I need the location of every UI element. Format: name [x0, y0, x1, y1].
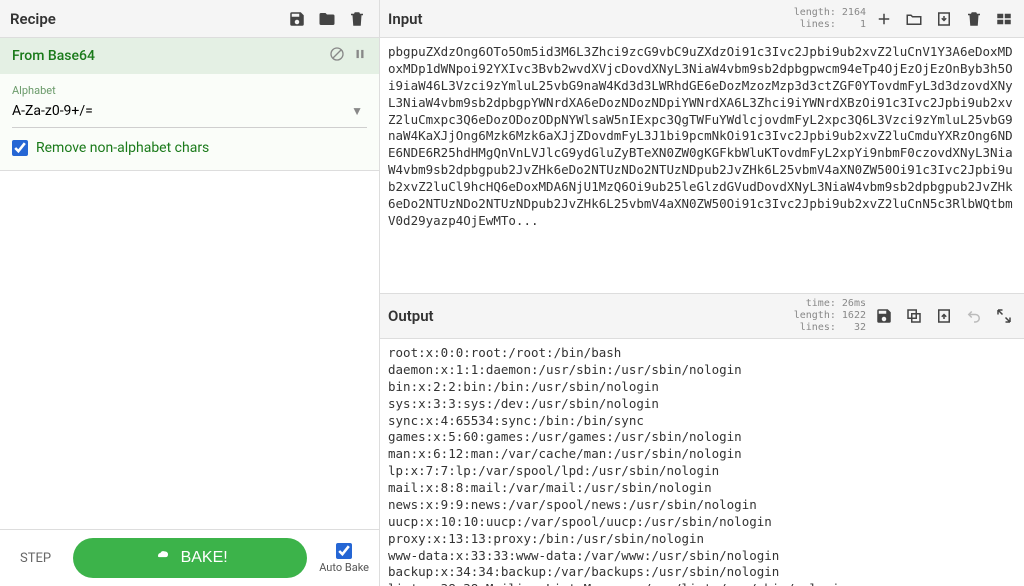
load-recipe-icon[interactable] [315, 7, 339, 31]
alphabet-dropdown-icon[interactable]: ▼ [347, 104, 367, 118]
open-folder-icon[interactable] [902, 7, 926, 31]
replace-input-icon[interactable] [932, 304, 956, 328]
input-header: Input length: 2164 lines: 1 [380, 0, 1024, 38]
maximize-output-icon[interactable] [992, 304, 1016, 328]
operation-body: Alphabet ▼ Remove non-alphabet chars [0, 74, 379, 170]
output-meta: time: 26ms length: 1622 lines: 32 [794, 298, 866, 334]
output-header: Output time: 26ms length: 1622 lines: 32 [380, 293, 1024, 339]
remove-non-alpha-label: Remove non-alphabet chars [36, 140, 209, 156]
remove-non-alpha-checkbox-row[interactable]: Remove non-alphabet chars [12, 140, 367, 156]
disable-operation-icon[interactable] [329, 46, 345, 66]
recipe-body: From Base64 Alphabet ▼ Remove non-alphab… [0, 38, 379, 529]
reset-layout-icon[interactable] [992, 7, 1016, 31]
recipe-bottom-bar: STEP BAKE! Auto Bake [0, 529, 379, 586]
alphabet-label: Alphabet [12, 84, 367, 97]
operation-from-base64: From Base64 Alphabet ▼ Remove non-alphab… [0, 38, 379, 171]
open-file-icon[interactable] [932, 7, 956, 31]
save-output-icon[interactable] [872, 304, 896, 328]
copy-output-icon[interactable] [902, 304, 926, 328]
autobake-label: Auto Bake [319, 561, 369, 574]
clear-recipe-icon[interactable] [345, 7, 369, 31]
autobake-checkbox[interactable] [336, 543, 352, 559]
input-meta: length: 2164 lines: 1 [794, 7, 866, 31]
alphabet-input[interactable] [12, 99, 347, 123]
bake-label: BAKE! [181, 549, 228, 567]
output-title: Output [388, 307, 794, 325]
input-text[interactable]: pbgpuZXdzOng6OTo5Om5id3M6L3Zhci9zcG9vbC9… [380, 38, 1024, 293]
bake-button[interactable]: BAKE! [73, 538, 307, 578]
pause-operation-icon[interactable] [353, 47, 367, 65]
operation-name: From Base64 [12, 48, 321, 64]
chef-icon [153, 548, 173, 568]
remove-non-alpha-checkbox[interactable] [12, 140, 28, 156]
save-recipe-icon[interactable] [285, 7, 309, 31]
add-input-icon[interactable] [872, 7, 896, 31]
undo-icon[interactable] [962, 304, 986, 328]
recipe-title: Recipe [10, 10, 279, 28]
autobake-toggle[interactable]: Auto Bake [319, 543, 369, 574]
clear-input-icon[interactable] [962, 7, 986, 31]
output-text[interactable]: root:x:0:0:root:/root:/bin/bash daemon:x… [380, 339, 1024, 586]
recipe-header: Recipe [0, 0, 379, 38]
step-button[interactable]: STEP [10, 543, 61, 574]
operation-header[interactable]: From Base64 [0, 38, 379, 74]
input-title: Input [388, 10, 794, 28]
